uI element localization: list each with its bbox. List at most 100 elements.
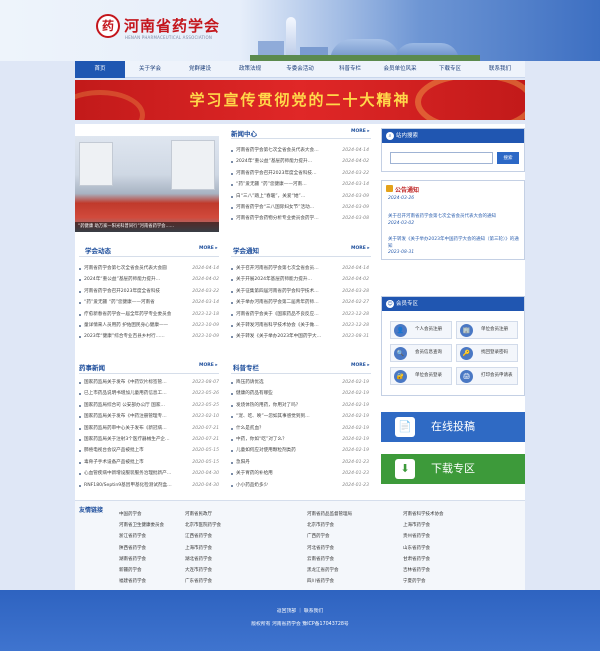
list-item[interactable]: 白“三八”踏上“春暖”，关爱“她”… 2024-03-09: [231, 191, 369, 202]
list-item[interactable]: 河南省药学会召开2023年度全省科技 2024-03-22: [79, 286, 219, 297]
list-item[interactable]: 毒骨子手术设备产品被批上市 2020-05-15: [79, 457, 219, 468]
friendly-link[interactable]: 河南省科学技术协会: [403, 511, 444, 517]
footer-nav[interactable]: 返回顶部 ｜ 联系我们: [0, 607, 600, 614]
list-item[interactable]: 河南省药学会关于《国家药品不良反应… 2023-12-28: [231, 309, 369, 320]
friendly-link[interactable]: 湖南省药学会: [119, 556, 146, 562]
recover-password-button[interactable]: 🔑 找回登录密码: [456, 344, 518, 362]
friendly-link[interactable]: 河南省卫生健康委员会: [119, 522, 164, 528]
friendly-link[interactable]: 浙江省药学会: [119, 533, 146, 539]
list-item[interactable]: “宠、吃、唤”一忽如其事感觉到到… 2024-02-19: [231, 411, 369, 422]
list-item[interactable]: 国家药监局关于注射3个医疗器械生产企… 2020-07-21: [79, 434, 219, 445]
register-unit-button[interactable]: 🏢 单位会员注册: [456, 321, 518, 339]
site-logo-icon[interactable]: 药: [96, 14, 120, 38]
unit-login-button[interactable]: 🔐 单位会员登录: [390, 367, 452, 385]
list-item[interactable]: 什么是贫血？ 2024-02-19: [231, 423, 369, 434]
list-item[interactable]: 关于举办河南省药学会第二届青年药师… 2024-02-27: [231, 297, 369, 308]
download-button[interactable]: ⬇ 下载专区: [381, 454, 525, 484]
list-item[interactable]: 国家药监局综合司 公安部办公厅 国家… 2023-05-25: [79, 400, 219, 411]
list-item[interactable]: 健康的药品有哪些 2024-02-19: [231, 388, 369, 399]
list-item[interactable]: “药”爱无疆 “药”您健康——河南… 2024-03-14: [231, 179, 369, 190]
friendly-link[interactable]: 新疆药学会: [119, 567, 142, 573]
friendly-link[interactable]: 吉林省药学会: [403, 567, 430, 573]
print-form-button[interactable]: 🖨 打印会员申请表: [456, 367, 518, 385]
list-item[interactable]: 国家药监局药审中心关于发布《新冠病… 2020-07-21: [79, 423, 219, 434]
list-item[interactable]: 儿童如何应对使用颗粒剂类药 2024-02-19: [231, 445, 369, 456]
list-item[interactable]: 关于召开河南省药学会第七次全省会员… 2024-04-14: [231, 263, 369, 274]
friendly-link[interactable]: 北京市药学会: [307, 522, 334, 528]
friendly-link[interactable]: 贵州省药学会: [403, 533, 430, 539]
friendly-link[interactable]: 甘肃省药学会: [403, 556, 430, 562]
friendly-link[interactable]: 河南省药品监督管理局: [307, 511, 352, 517]
nav-science[interactable]: 科普专栏: [325, 61, 375, 78]
list-item[interactable]: 河南省药学会召开2023年度全省科技… 2024-03-22: [231, 168, 369, 179]
nav-party[interactable]: 党群建设: [175, 61, 225, 78]
list-item[interactable]: 心血管疾病中新增设服装服务治理批新产… 2020-04-30: [79, 468, 219, 479]
friendly-link[interactable]: 大连市药学会: [185, 567, 212, 573]
assoc-news-more[interactable]: MORE: [199, 246, 218, 251]
list-item[interactable]: 降压药请优选 2024-02-19: [231, 377, 369, 388]
list-item[interactable]: “药”爱无疆 “药”您健康——河南省 2024-03-14: [79, 297, 219, 308]
friendly-link[interactable]: 江西省药学会: [185, 533, 212, 539]
site-title[interactable]: 河南省药学会: [124, 15, 220, 36]
list-item[interactable]: 河南省药学会第七次全省会员代表大会… 2024-04-14: [231, 145, 369, 156]
list-item[interactable]: 国家药监局关于发布《中药注册管理专… 2023-02-10: [79, 411, 219, 422]
friendly-link[interactable]: 上海市药学会: [185, 545, 212, 551]
notice-item[interactable]: 2024-03-26: [388, 196, 520, 203]
list-item[interactable]: 已上市药品说明书增加儿童用药信息工… 2023-05-26: [79, 388, 219, 399]
list-item[interactable]: 2023年“健康”综合专业百县乡村行…… 2023-10-09: [79, 331, 219, 342]
pharma-news-more[interactable]: MORE: [199, 363, 218, 368]
friendly-link[interactable]: 福建省药学会: [119, 578, 146, 584]
member-query-button[interactable]: 🔍 会员信息查询: [390, 344, 452, 362]
search-button[interactable]: 搜索: [497, 152, 519, 164]
friendly-link[interactable]: 河北省药学会: [307, 545, 334, 551]
notice-item[interactable]: 关于转发《关于举办2023年中国药学大会的通知（第三轮）》的通知 2023-08-…: [388, 237, 520, 257]
news-photo[interactable]: “药健康 助万家—阳光科普同行”河南省药学会……: [75, 136, 219, 232]
list-item[interactable]: 2024年“重公益”基层药师能力提升… 2024-04-02: [231, 156, 369, 167]
friendly-link[interactable]: 广西药学会: [307, 533, 330, 539]
search-input[interactable]: [390, 152, 493, 164]
friendly-link[interactable]: 北京市医院药学会: [185, 522, 221, 528]
nav-members[interactable]: 会员单位风采: [375, 61, 425, 78]
friendly-link[interactable]: 四川省药学会: [307, 578, 334, 584]
list-item[interactable]: 关于开展2024年基层药师能力提升… 2024-04-02: [231, 274, 369, 285]
photo-caption[interactable]: “药健康 助万家—阳光科普同行”河南省药学会……: [75, 222, 219, 232]
nav-home[interactable]: 首页: [75, 61, 125, 78]
list-item[interactable]: 关于转发《关于举办2023年中国药学大… 2023-08-31: [231, 331, 369, 342]
friendly-link[interactable]: 陕西省药学会: [119, 545, 146, 551]
friendly-link[interactable]: 宁夏药学会: [403, 578, 426, 584]
nav-about[interactable]: 关于学会: [125, 61, 175, 78]
friendly-link[interactable]: 云南省药学会: [307, 556, 334, 562]
list-item[interactable]: 关于转发河南省科学技术协会《关于做… 2023-12-28: [231, 320, 369, 331]
science-more[interactable]: MORE: [351, 363, 370, 368]
list-item[interactable]: 河南省药学会药物分析专业委员会药学… 2024-03-08: [231, 213, 369, 224]
nav-contact[interactable]: 联系我们: [475, 61, 525, 78]
assoc-notice-more[interactable]: MORE: [351, 246, 370, 251]
friendly-link[interactable]: 黑龙江省药学会: [307, 567, 339, 573]
list-item[interactable]: 小小药品奶多少 2024-01-23: [231, 480, 369, 491]
list-item[interactable]: 国家药监局关于发布《中药饮片标签管… 2023-08-07: [79, 377, 219, 388]
news-center-more[interactable]: MORE: [351, 129, 370, 134]
list-item[interactable]: 2024年“重公益”基层药师能力提升… 2024-04-02: [79, 274, 219, 285]
list-item[interactable]: RNF180/Septin9基因甲基化检测试剂盒… 2020-04-30: [79, 480, 219, 491]
list-item[interactable]: 发烧体热的用药，你用对了吗？ 2024-02-19: [231, 400, 369, 411]
friendly-link[interactable]: 河南省民政厅: [185, 511, 212, 517]
list-item[interactable]: 肺癌电视台会议产品被批上市 2020-05-15: [79, 445, 219, 456]
list-item[interactable]: 童详情来人员用药 护佑困民身心健康—— 2023-10-09: [79, 320, 219, 331]
list-item[interactable]: 关于征集第四届河南省药学会科学技术… 2024-03-28: [231, 286, 369, 297]
friendly-link[interactable]: 上海市药学会: [403, 522, 430, 528]
nav-committee[interactable]: 专委会活动: [275, 61, 325, 78]
friendly-link[interactable]: 中国药学会: [119, 511, 142, 517]
banner[interactable]: 学习宣传贯彻党的二十大精神: [75, 80, 525, 120]
list-item[interactable]: 中药，你如“吃”对了么？ 2024-02-19: [231, 434, 369, 445]
list-item[interactable]: 疗愈新春省药学会一届全年药学专业委员会 2023-12-18: [79, 309, 219, 320]
list-item[interactable]: 关于胃药的补给用 2024-01-23: [231, 468, 369, 479]
friendly-link[interactable]: 湖北省药学会: [185, 556, 212, 562]
list-item[interactable]: 河南省药学会“三八国际妇女节”活动… 2024-03-09: [231, 202, 369, 213]
nav-policy[interactable]: 政策法规: [225, 61, 275, 78]
friendly-link[interactable]: 山东省药学会: [403, 545, 430, 551]
list-item[interactable]: 河南省药学会第七次全省会员代表大会圆 2024-04-14: [79, 263, 219, 274]
online-submit-button[interactable]: 📄 在线投稿: [381, 412, 525, 442]
friendly-link[interactable]: 广东省药学会: [185, 578, 212, 584]
notice-item[interactable]: 关于召开河南省药学会第七次全省会员代表大会的通知 2024-03-02: [388, 214, 520, 227]
nav-download[interactable]: 下载专区: [425, 61, 475, 78]
